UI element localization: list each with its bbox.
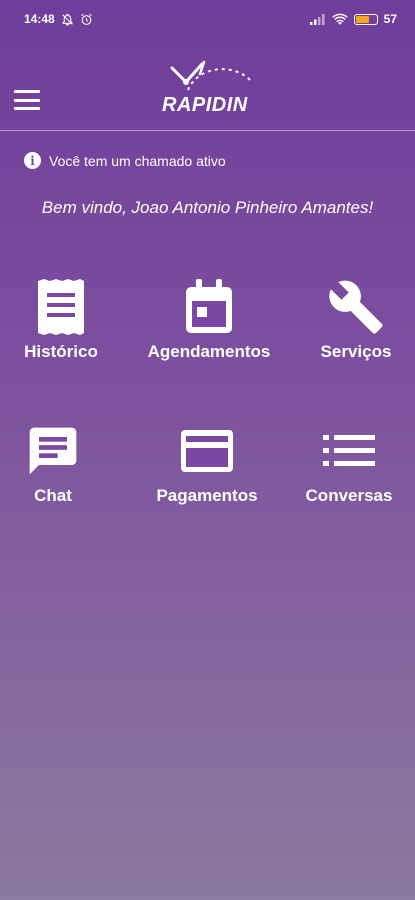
menu-label-conversas: Conversas [305,486,393,505]
menu-item-pagamentos[interactable]: Pagamentos [142,420,272,506]
menu-label-pagamentos: Pagamentos [156,486,258,505]
app-header: RAPIDIN [0,38,415,131]
battery-icon [353,13,378,25]
info-icon: i [24,152,41,169]
menu-item-servicos[interactable]: Serviços [291,276,415,362]
notice-text: Você tem um chamado ativo [49,152,226,169]
battery-level: 57 [383,12,397,26]
status-bar: 14:48 57 [0,0,415,38]
chat-icon [0,420,118,482]
menu-label-servicos: Serviços [320,342,392,361]
credit-card-icon [142,420,272,482]
notifications-off-icon [61,13,74,26]
status-time: 14:48 [24,12,55,26]
active-ticket-notice[interactable]: i Você tem um chamado ativo [24,152,226,169]
wrench-icon [291,276,415,338]
menu-item-agendamentos[interactable]: Agendamentos [144,276,274,362]
receipt-icon [0,276,126,338]
menu-item-conversas[interactable]: Conversas [284,420,414,506]
list-icon [284,420,414,482]
menu-item-chat[interactable]: Chat [0,420,118,506]
alarm-icon [80,13,93,26]
calendar-icon [144,276,274,338]
hamburger-menu-icon[interactable] [14,90,40,110]
menu-label-agendamentos: Agendamentos [147,342,271,361]
logo-text: RAPIDIN [162,94,248,116]
welcome-message: Bem vindo, Joao Antonio Pinheiro Amantes… [41,198,374,217]
menu-item-historico[interactable]: Histórico [0,276,126,362]
menu-label-historico: Histórico [24,342,98,361]
signal-icon [309,13,326,25]
logo-gauge-icon [170,60,251,91]
status-right: 57 [309,12,397,26]
menu-label-chat: Chat [34,486,72,505]
wifi-icon [331,13,348,26]
status-left: 14:48 [24,12,93,26]
rapidin-logo: RAPIDIN [158,58,258,124]
